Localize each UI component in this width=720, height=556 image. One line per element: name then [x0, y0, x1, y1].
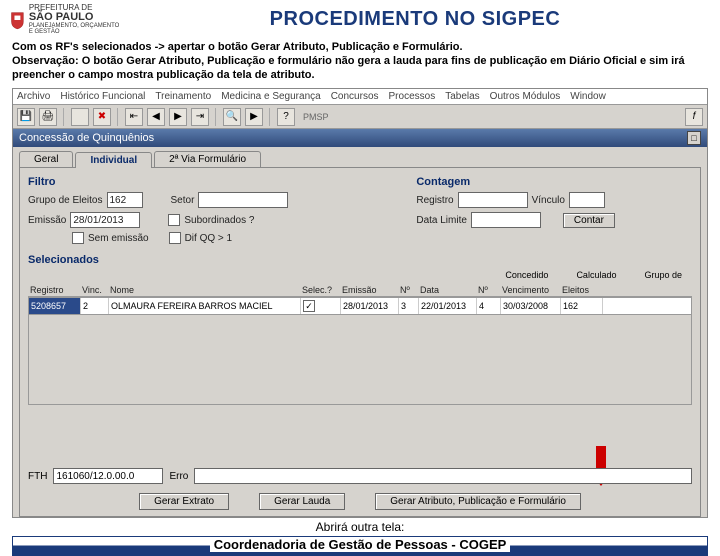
- grupo-eleitos-label: Grupo de Eleitos: [28, 195, 103, 206]
- contar-button[interactable]: Contar: [563, 213, 615, 228]
- subordinados-checkbox[interactable]: [168, 214, 180, 226]
- filtro-heading: Filtro: [28, 176, 386, 188]
- col-n1: Nº: [398, 284, 418, 296]
- prefeitura-logo: PREFEITURA DE SÃO PAULO PLANEJAMENTO, OR…: [10, 4, 120, 35]
- col-vinc: Vinc.: [80, 284, 108, 296]
- menu-outros[interactable]: Outros Módulos: [490, 91, 561, 102]
- menu-processos[interactable]: Processos: [389, 91, 436, 102]
- registro-label: Registro: [416, 195, 453, 206]
- window-titlebar: Concessão de Quinquênios □: [13, 129, 707, 147]
- footer-abrira: Abrirá outra tela:: [0, 520, 720, 534]
- registro-field[interactable]: [458, 192, 528, 208]
- fth-label: FTH: [28, 471, 47, 482]
- cell-registro: 5208657: [29, 298, 81, 314]
- col-grupo-de: Grupo de: [644, 270, 682, 280]
- selecionados-heading: Selecionados: [28, 254, 692, 266]
- toolbar: 💾 🖨 ✖ ⇤ ◀ ▶ ⇥ 🔍 ▶ ? PMSP f: [13, 105, 707, 129]
- col-vencimento: Vencimento: [500, 284, 560, 296]
- page-title: PROCEDIMENTO NO SIGPEC: [120, 8, 710, 31]
- col-nome: Nome: [108, 284, 300, 296]
- crest-icon: [10, 8, 25, 32]
- cell-data: 22/01/2013: [419, 298, 477, 314]
- cell-n1: 3: [399, 298, 419, 314]
- col-eleitos: Eleitos: [560, 284, 602, 296]
- col-registro: Registro: [28, 284, 80, 296]
- gerar-atributo-button[interactable]: Gerar Atributo, Publicação e Formulário: [375, 493, 581, 510]
- vinculo-label: Vínculo: [532, 195, 565, 206]
- erro-label: Erro: [169, 471, 188, 482]
- cell-vinc: 2: [81, 298, 109, 314]
- print-icon[interactable]: 🖨: [39, 108, 57, 126]
- grupo-eleitos-field[interactable]: 162: [107, 192, 143, 208]
- tab-2via[interactable]: 2ª Via Formulário: [154, 151, 261, 167]
- data-limite-label: Data Limite: [416, 215, 467, 226]
- cancel-icon[interactable]: ✖: [93, 108, 111, 126]
- contagem-heading: Contagem: [416, 176, 692, 188]
- vinculo-field[interactable]: [569, 192, 605, 208]
- cell-eleitos: 162: [561, 298, 603, 314]
- setor-field[interactable]: [198, 192, 288, 208]
- prev-icon[interactable]: ◀: [147, 108, 165, 126]
- difqq-label: Dif QQ > 1: [185, 233, 233, 244]
- last-icon[interactable]: ⇥: [191, 108, 209, 126]
- menu-medicina[interactable]: Medicina e Segurança: [221, 91, 321, 102]
- menu-treinamento[interactable]: Treinamento: [155, 91, 211, 102]
- tab-geral[interactable]: Geral: [19, 151, 73, 167]
- cell-selec[interactable]: ✓: [301, 298, 341, 314]
- save-icon[interactable]: 💾: [17, 108, 35, 126]
- fn-icon[interactable]: f: [685, 108, 703, 126]
- setor-label: Setor: [171, 195, 195, 206]
- intro-text: Com os RF's selecionados -> apertar o bo…: [0, 39, 720, 88]
- first-icon[interactable]: ⇤: [125, 108, 143, 126]
- window-title-text: Concessão de Quinquênios: [19, 132, 154, 144]
- prefeitura-bot: PLANEJAMENTO, ORÇAMENTO E GESTÃO: [29, 23, 120, 35]
- pmsp-badge: PMSP: [299, 112, 333, 122]
- menu-historico[interactable]: Histórico Funcional: [60, 91, 145, 102]
- help-icon[interactable]: ?: [277, 108, 295, 126]
- cell-emissao: 28/01/2013: [341, 298, 399, 314]
- gerar-lauda-button[interactable]: Gerar Lauda: [259, 493, 345, 510]
- data-limite-field[interactable]: [471, 212, 541, 228]
- maximize-icon[interactable]: □: [687, 131, 701, 145]
- cell-vencimento: 30/03/2008: [501, 298, 561, 314]
- table-row[interactable]: 5208657 2 OLMAURA FEREIRA BARROS MACIEL …: [28, 297, 692, 315]
- erro-field[interactable]: [194, 468, 692, 484]
- app-window: Archivo Histórico Funcional Treinamento …: [12, 88, 708, 518]
- col-calculado: Calculado: [576, 270, 616, 280]
- col-emissao: Emissão: [340, 284, 398, 296]
- menu-tabelas[interactable]: Tabelas: [445, 91, 479, 102]
- subordinados-label: Subordinados ?: [184, 215, 254, 226]
- next-icon[interactable]: ▶: [169, 108, 187, 126]
- menu-concursos[interactable]: Concursos: [331, 91, 379, 102]
- sem-emissao-checkbox[interactable]: [72, 232, 84, 244]
- col-data: Data: [418, 284, 476, 296]
- gerar-extrato-button[interactable]: Gerar Extrato: [139, 493, 229, 510]
- blank-icon[interactable]: [71, 108, 89, 126]
- col-concedido: Concedido: [505, 270, 548, 280]
- cell-n2: 4: [477, 298, 501, 314]
- col-n2: Nº: [476, 284, 500, 296]
- sem-emissao-label: Sem emissão: [88, 233, 149, 244]
- query-icon[interactable]: 🔍: [223, 108, 241, 126]
- footer-cogep-bar: Coordenadoria de Gestão de Pessoas - COG…: [12, 536, 708, 556]
- menu-window[interactable]: Window: [570, 91, 606, 102]
- menubar[interactable]: Archivo Histórico Funcional Treinamento …: [13, 89, 707, 105]
- cell-nome: OLMAURA FEREIRA BARROS MACIEL: [109, 298, 301, 314]
- col-selec: Selec.?: [300, 284, 340, 296]
- emissao-label: Emissão: [28, 215, 66, 226]
- menu-archivo[interactable]: Archivo: [17, 91, 50, 102]
- difqq-checkbox[interactable]: [169, 232, 181, 244]
- run-icon[interactable]: ▶: [245, 108, 263, 126]
- tab-individual[interactable]: Individual: [75, 152, 152, 168]
- prefeitura-mid: SÃO PAULO: [29, 12, 120, 23]
- emissao-field[interactable]: 28/01/2013: [70, 212, 140, 228]
- fth-field[interactable]: 161060/12.0.00.0: [53, 468, 163, 484]
